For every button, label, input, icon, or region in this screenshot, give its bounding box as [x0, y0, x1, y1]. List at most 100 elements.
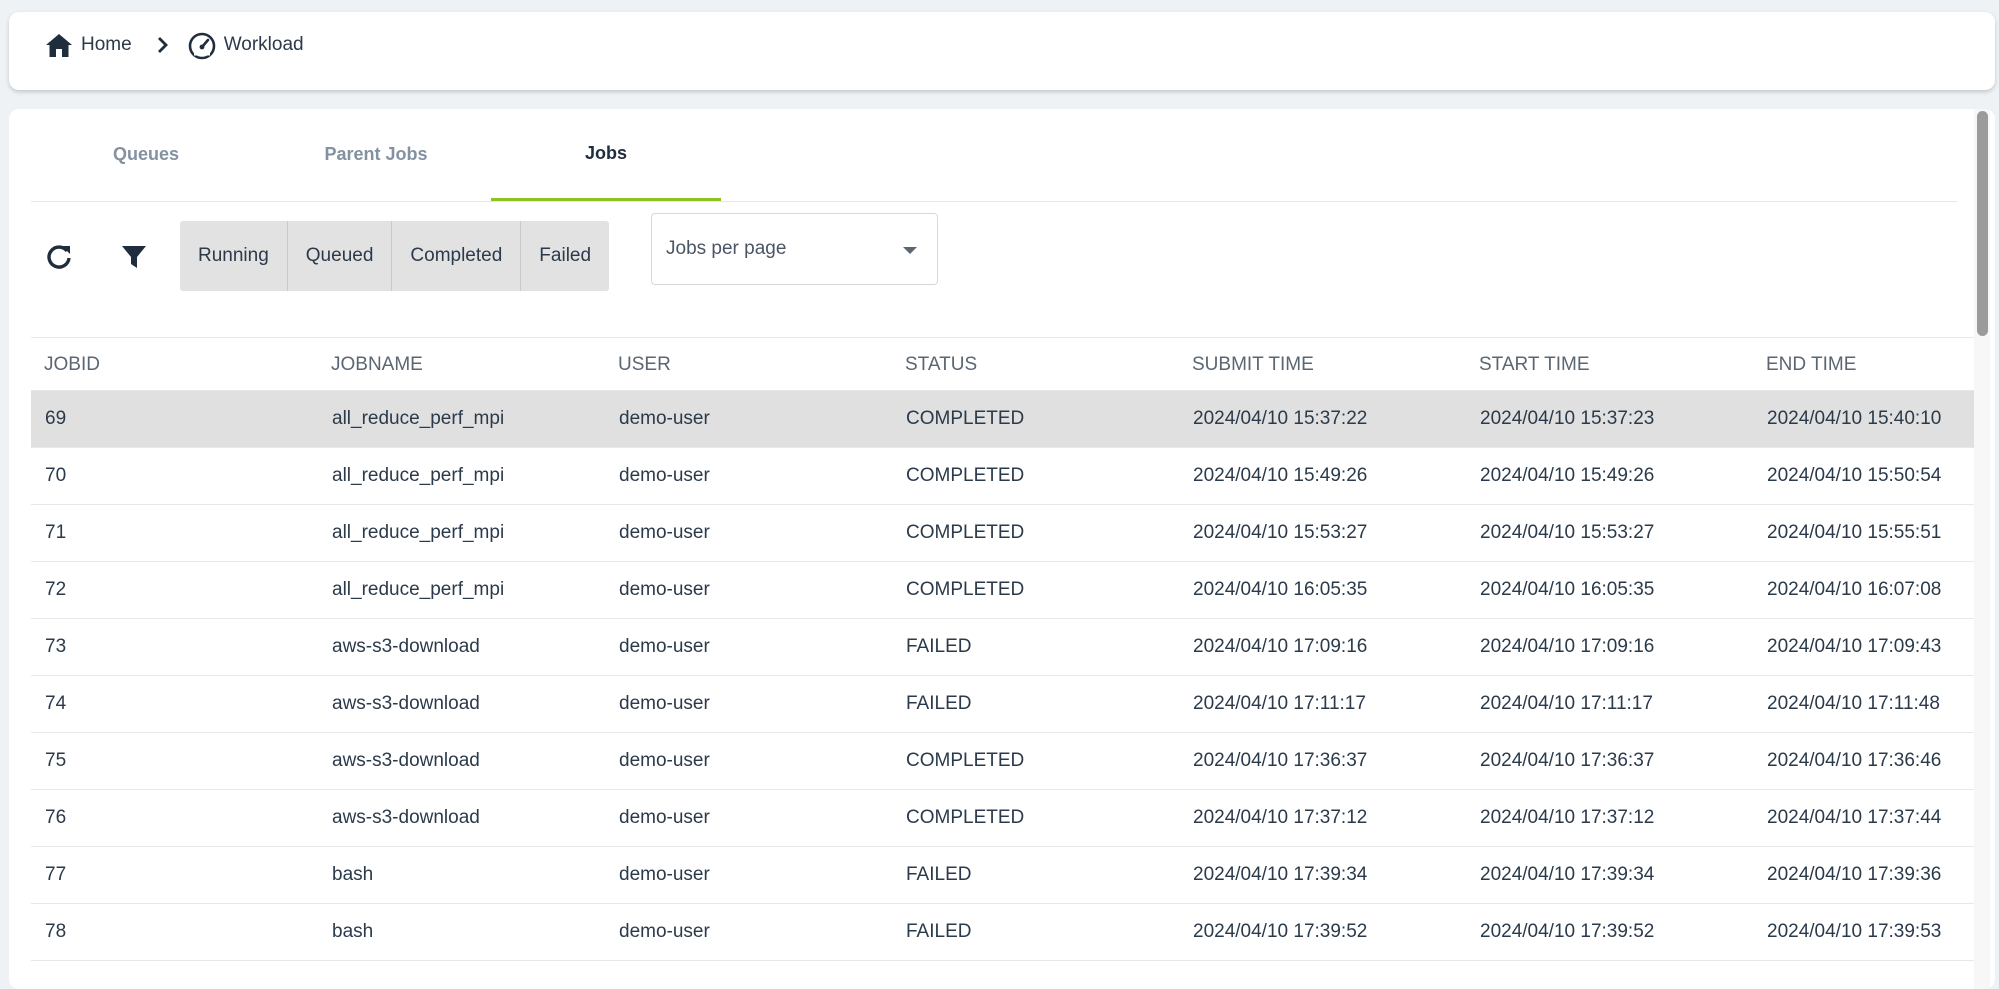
cell-status: FAILED: [906, 864, 972, 885]
cell-status: COMPLETED: [906, 807, 1025, 828]
table-row[interactable]: 69 all_reduce_perf_mpi demo-user COMPLETED 2…: [31, 390, 1981, 448]
column-header-user[interactable]: USER: [605, 354, 892, 376]
cell-user: demo-user: [619, 807, 710, 828]
cell-user: demo-user: [619, 693, 710, 714]
cell-user: demo-user: [619, 408, 710, 429]
column-header-end-time[interactable]: END TIME: [1753, 354, 1981, 376]
cell-end-time: 2024/04/10 15:55:51: [1767, 522, 1942, 543]
cell-start-time: 2024/04/10 17:39:52: [1480, 921, 1655, 942]
cell-end-time: 2024/04/10 17:39:53: [1767, 921, 1942, 942]
refresh-icon[interactable]: [39, 237, 79, 277]
column-header-start-time[interactable]: START TIME: [1466, 354, 1753, 376]
cell-jobname: all_reduce_perf_mpi: [332, 579, 505, 600]
cell-jobid: 75: [45, 750, 67, 771]
cell-user: demo-user: [619, 465, 710, 486]
cell-start-time: 2024/04/10 15:53:27: [1480, 522, 1655, 543]
cell-jobname: bash: [332, 921, 374, 942]
cell-submit-time: 2024/04/10 16:05:35: [1193, 579, 1368, 600]
cell-submit-time: 2024/04/10 15:49:26: [1193, 465, 1368, 486]
chevron-right-icon: [156, 36, 168, 54]
table-row[interactable]: 71 all_reduce_perf_mpi demo-user COMPLETED 2…: [31, 504, 1981, 562]
cell-jobname: all_reduce_perf_mpi: [332, 408, 505, 429]
cell-jobid: 74: [45, 693, 67, 714]
cell-jobname: all_reduce_perf_mpi: [332, 522, 505, 543]
cell-jobid: 69: [45, 408, 67, 429]
column-header-jobname[interactable]: JOBNAME: [318, 354, 605, 376]
table-row[interactable]: 70 all_reduce_perf_mpi demo-user COMPLETED 2…: [31, 447, 1981, 505]
cell-start-time: 2024/04/10 15:37:23: [1480, 408, 1655, 429]
table-row[interactable]: 75 aws-s3-download demo-user COMPLETED 2024/…: [31, 732, 1981, 790]
cell-status: COMPLETED: [906, 750, 1025, 771]
filter-running-button[interactable]: Running: [180, 221, 288, 291]
cell-submit-time: 2024/04/10 17:39:52: [1193, 921, 1368, 942]
cell-jobid: 72: [45, 579, 67, 600]
cell-user: demo-user: [619, 864, 710, 885]
table-header: JOBID JOBNAME USER STATUS SUBMIT TIME ST…: [31, 337, 1981, 391]
filter-completed-button[interactable]: Completed: [392, 221, 522, 291]
table-row[interactable]: 76 aws-s3-download demo-user COMPLETED 2024/…: [31, 789, 1981, 847]
table-row[interactable]: 78 bash demo-user FAILED 2024/04/10 17:39:52…: [31, 903, 1981, 961]
status-filter-group: Running Queued Completed Failed: [180, 221, 610, 291]
tab-jobs[interactable]: Jobs: [491, 109, 721, 201]
vertical-scrollbar[interactable]: [1974, 109, 1990, 989]
column-header-jobid[interactable]: JOBID: [31, 354, 318, 376]
table-row[interactable]: 73 aws-s3-download demo-user FAILED 2024/04/…: [31, 618, 1981, 676]
cell-submit-time: 2024/04/10 17:09:16: [1193, 636, 1368, 657]
cell-user: demo-user: [619, 579, 710, 600]
cell-submit-time: 2024/04/10 17:37:12: [1193, 807, 1368, 828]
cell-jobname: aws-s3-download: [332, 807, 480, 828]
cell-submit-time: 2024/04/10 17:39:34: [1193, 864, 1368, 885]
tab-parent-jobs[interactable]: Parent Jobs: [261, 109, 491, 199]
filter-queued-button[interactable]: Queued: [288, 221, 393, 291]
cell-status: COMPLETED: [906, 408, 1025, 429]
column-header-submit-time[interactable]: SUBMIT TIME: [1179, 354, 1466, 376]
cell-submit-time: 2024/04/10 17:11:17: [1193, 693, 1366, 714]
cell-submit-time: 2024/04/10 17:36:37: [1193, 750, 1368, 771]
table-row[interactable]: 74 aws-s3-download demo-user FAILED 2024/04/…: [31, 675, 1981, 733]
cell-start-time: 2024/04/10 17:09:16: [1480, 636, 1655, 657]
cell-start-time: 2024/04/10 17:37:12: [1480, 807, 1655, 828]
cell-status: FAILED: [906, 921, 972, 942]
breadcrumb-home-label: Home: [81, 34, 132, 55]
filter-icon[interactable]: [114, 237, 154, 277]
home-icon: [43, 29, 75, 61]
cell-end-time: 2024/04/10 17:39:36: [1767, 864, 1942, 885]
cell-jobname: aws-s3-download: [332, 636, 480, 657]
cell-jobid: 76: [45, 807, 67, 828]
cell-jobid: 78: [45, 921, 67, 942]
tab-queues[interactable]: Queues: [31, 109, 261, 199]
cell-end-time: 2024/04/10 15:40:10: [1767, 408, 1942, 429]
cell-end-time: 2024/04/10 17:09:43: [1767, 636, 1942, 657]
cell-start-time: 2024/04/10 15:49:26: [1480, 465, 1655, 486]
column-header-status[interactable]: STATUS: [892, 354, 1179, 376]
cell-status: COMPLETED: [906, 465, 1025, 486]
cell-jobid: 71: [45, 522, 67, 543]
scrollbar-thumb[interactable]: [1977, 111, 1988, 336]
table-row[interactable]: 77 bash demo-user FAILED 2024/04/10 17:39:34…: [31, 846, 1981, 904]
breadcrumb-home[interactable]: Home: [43, 29, 132, 61]
cell-jobname: aws-s3-download: [332, 750, 480, 771]
dropdown-arrow-icon: [903, 247, 917, 254]
table-row[interactable]: 72 all_reduce_perf_mpi demo-user COMPLETED 2…: [31, 561, 1981, 619]
table-body: 69 all_reduce_perf_mpi demo-user COMPLETED 2…: [31, 390, 1981, 961]
jobs-table: JOBID JOBNAME USER STATUS SUBMIT TIME ST…: [31, 337, 1981, 961]
jobs-per-page-label: Jobs per page: [666, 238, 787, 259]
breadcrumb-workload-label: Workload: [223, 34, 304, 55]
cell-end-time: 2024/04/10 15:50:54: [1767, 465, 1942, 486]
cell-start-time: 2024/04/10 17:11:17: [1480, 693, 1653, 714]
filter-failed-button[interactable]: Failed: [521, 221, 609, 291]
tab-bar: Queues Parent Jobs Jobs: [31, 109, 1957, 202]
cell-start-time: 2024/04/10 16:05:35: [1480, 579, 1655, 600]
cell-jobid: 70: [45, 465, 67, 486]
cell-submit-time: 2024/04/10 15:37:22: [1193, 408, 1368, 429]
jobs-per-page-select[interactable]: Jobs per page: [651, 213, 938, 285]
cell-start-time: 2024/04/10 17:39:34: [1480, 864, 1655, 885]
cell-jobname: bash: [332, 864, 374, 885]
breadcrumb-workload[interactable]: Workload: [186, 29, 304, 61]
cell-user: demo-user: [619, 921, 710, 942]
cell-jobname: all_reduce_perf_mpi: [332, 465, 505, 486]
cell-jobid: 77: [45, 864, 67, 885]
cell-end-time: 2024/04/10 17:36:46: [1767, 750, 1942, 771]
cell-jobname: aws-s3-download: [332, 693, 480, 714]
cell-user: demo-user: [619, 522, 710, 543]
